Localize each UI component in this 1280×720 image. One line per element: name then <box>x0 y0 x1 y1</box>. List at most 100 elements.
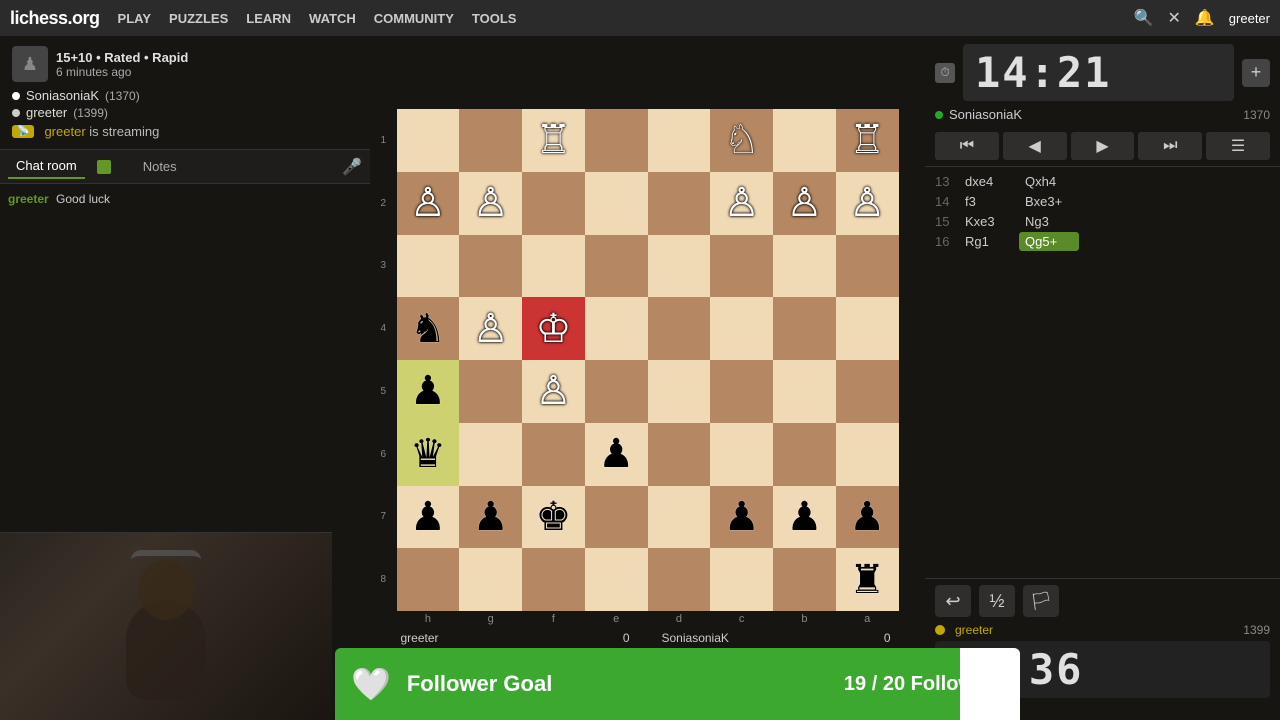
close-icon[interactable]: ✕ <box>1167 8 1180 28</box>
nav-tools[interactable]: TOOLS <box>472 11 517 26</box>
square[interactable] <box>459 360 522 423</box>
square[interactable]: ♙ <box>459 297 522 360</box>
square[interactable] <box>648 360 711 423</box>
chessboard[interactable]: ♖♘♖♙♙♙♙♙♞♙♔♟♙♛♟♟♟♚♟♟♟♜ <box>397 109 899 611</box>
nav-watch[interactable]: WATCH <box>309 11 356 26</box>
nav-play[interactable]: PLAY <box>118 11 151 26</box>
move-black[interactable]: Ng3 <box>1019 212 1079 231</box>
square[interactable]: ♟ <box>397 360 460 423</box>
microphone-icon[interactable]: 🎤 <box>342 157 362 177</box>
resign-button[interactable]: 🏳 <box>1023 585 1059 617</box>
square[interactable] <box>585 297 648 360</box>
square[interactable]: ♟ <box>397 486 460 549</box>
square[interactable] <box>773 109 836 172</box>
square[interactable] <box>648 486 711 549</box>
square[interactable] <box>522 172 585 235</box>
square[interactable] <box>459 423 522 486</box>
square[interactable]: ♙ <box>397 172 460 235</box>
square[interactable]: ♟ <box>773 486 836 549</box>
square[interactable] <box>773 297 836 360</box>
square[interactable]: ♚ <box>522 486 585 549</box>
move-white[interactable]: dxe4 <box>959 172 1019 191</box>
first-move-button[interactable]: ⏮ <box>935 132 999 160</box>
square[interactable] <box>648 172 711 235</box>
square[interactable] <box>585 486 648 549</box>
square[interactable]: ♛ <box>397 423 460 486</box>
square[interactable] <box>397 548 460 611</box>
square[interactable] <box>710 235 773 298</box>
square[interactable] <box>648 297 711 360</box>
square[interactable] <box>710 297 773 360</box>
search-icon[interactable]: 🔍 <box>1134 8 1154 28</box>
square[interactable] <box>585 235 648 298</box>
player-name-1[interactable]: SoniasoniaK <box>26 88 99 103</box>
next-move-button[interactable]: ▶ <box>1071 132 1135 160</box>
square[interactable] <box>836 297 899 360</box>
move-white[interactable]: Kxe3 <box>959 212 1019 231</box>
top-player-link[interactable]: SoniasoniaK <box>935 107 1022 122</box>
square[interactable]: ♙ <box>522 360 585 423</box>
square[interactable] <box>710 360 773 423</box>
prev-move-button[interactable]: ◀ <box>1003 132 1067 160</box>
square[interactable] <box>648 423 711 486</box>
square[interactable]: ♟ <box>459 486 522 549</box>
square[interactable]: ♟ <box>710 486 773 549</box>
draw-button[interactable]: ½ <box>979 585 1015 617</box>
square[interactable] <box>459 235 522 298</box>
square[interactable]: ♙ <box>710 172 773 235</box>
square[interactable]: ♖ <box>522 109 585 172</box>
square[interactable] <box>773 548 836 611</box>
square[interactable] <box>710 423 773 486</box>
square[interactable] <box>836 423 899 486</box>
square[interactable] <box>773 360 836 423</box>
menu-moves-button[interactable]: ☰ <box>1206 132 1270 160</box>
square[interactable]: ♖ <box>836 109 899 172</box>
move-black[interactable]: Bxe3+ <box>1019 192 1079 211</box>
add-time-button-top[interactable]: + <box>1242 59 1270 87</box>
square[interactable] <box>773 235 836 298</box>
square[interactable]: ♟ <box>585 423 648 486</box>
square[interactable]: ♙ <box>773 172 836 235</box>
tab-chat-room[interactable]: Chat room <box>8 154 85 179</box>
square[interactable] <box>773 423 836 486</box>
square[interactable] <box>710 548 773 611</box>
square[interactable] <box>585 548 648 611</box>
square[interactable]: ♘ <box>710 109 773 172</box>
tab-notes[interactable]: Notes <box>135 155 185 178</box>
square[interactable] <box>522 235 585 298</box>
user-menu[interactable]: greeter <box>1229 11 1270 26</box>
undo-button[interactable]: ↩ <box>935 585 971 617</box>
square[interactable] <box>648 235 711 298</box>
square[interactable]: ♞ <box>397 297 460 360</box>
nav-learn[interactable]: LEARN <box>246 11 291 26</box>
move-black[interactable]: Qg5+ <box>1019 232 1079 251</box>
last-move-button[interactable]: ⏭ <box>1138 132 1202 160</box>
square[interactable] <box>397 109 460 172</box>
chat-sender-1[interactable]: greeter <box>8 192 49 206</box>
square[interactable] <box>585 109 648 172</box>
site-logo[interactable]: lichess.org <box>10 8 100 29</box>
move-white[interactable]: Rg1 <box>959 232 1019 251</box>
notification-icon[interactable]: 🔔 <box>1195 8 1215 28</box>
square[interactable]: ♟ <box>836 486 899 549</box>
square[interactable] <box>648 109 711 172</box>
square[interactable] <box>522 423 585 486</box>
move-black[interactable]: Qxh4 <box>1019 172 1079 191</box>
square[interactable]: ♜ <box>836 548 899 611</box>
square[interactable]: ♙ <box>836 172 899 235</box>
square[interactable] <box>585 360 648 423</box>
player-name-2[interactable]: greeter <box>26 105 67 120</box>
square[interactable]: ♙ <box>459 172 522 235</box>
square[interactable] <box>648 548 711 611</box>
top-player-name[interactable]: SoniasoniaK <box>949 107 1022 122</box>
square[interactable] <box>836 360 899 423</box>
nav-community[interactable]: COMMUNITY <box>374 11 454 26</box>
square[interactable] <box>459 548 522 611</box>
square[interactable] <box>522 548 585 611</box>
move-white[interactable]: f3 <box>959 192 1019 211</box>
square[interactable] <box>585 172 648 235</box>
square[interactable] <box>459 109 522 172</box>
square[interactable] <box>397 235 460 298</box>
square[interactable]: ♔ <box>522 297 585 360</box>
square[interactable] <box>836 235 899 298</box>
